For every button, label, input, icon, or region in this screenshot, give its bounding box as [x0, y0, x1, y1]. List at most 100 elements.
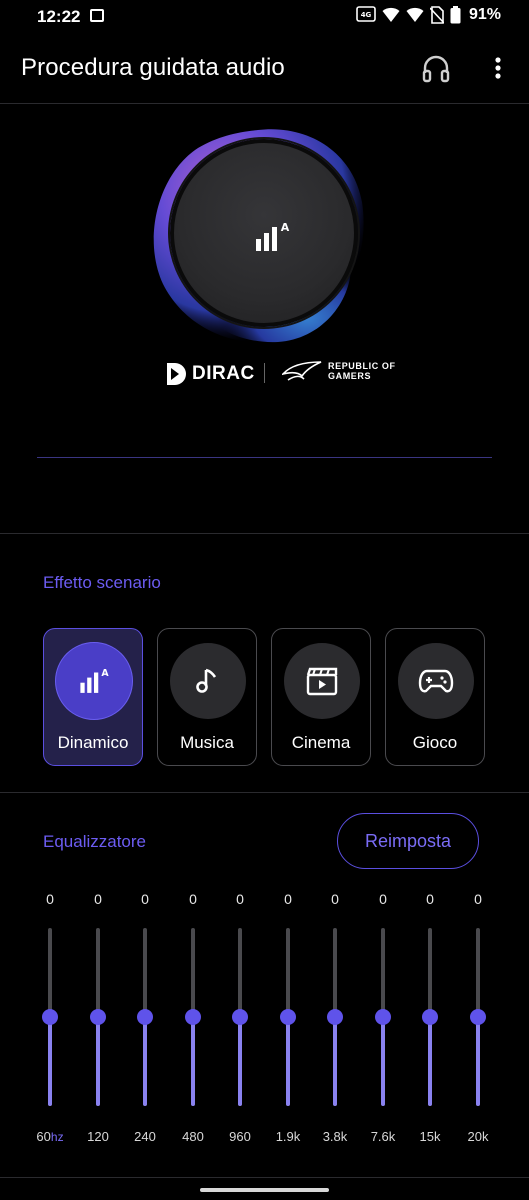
eq-band-value: 0: [284, 891, 292, 907]
rog-text-line1: REPUBLIC OF: [328, 361, 396, 371]
more-vert-icon: [495, 57, 501, 79]
eq-band-value: 0: [474, 891, 482, 907]
eq-frequency-value: 15k: [419, 1129, 441, 1144]
eq-slider-fill: [476, 1017, 480, 1106]
eq-frequency-value: 1.9k: [275, 1129, 301, 1144]
app-bar: Procedura guidata audio: [0, 34, 529, 104]
eq-band-value: 0: [94, 891, 102, 907]
wifi-secondary-icon: [406, 7, 424, 22]
eq-slider-thumb[interactable]: [90, 1009, 106, 1025]
eq-band: 0 15k: [410, 885, 450, 1150]
svg-text:A: A: [281, 221, 290, 234]
eq-slider-fill: [238, 1017, 242, 1106]
status-icons: 4G 91%: [356, 6, 501, 24]
audio-wizard-hero: A DIRAC REPUBLIC OF GAMERS: [0, 104, 529, 534]
eq-band: 0 480: [173, 885, 213, 1150]
eq-band: 0 240: [125, 885, 165, 1150]
scenario-section: Effetto scenario A Dinamico Musica Cinem…: [0, 534, 529, 793]
scenario-label: Effetto scenario: [43, 573, 161, 592]
eq-slider-fill: [381, 1017, 385, 1106]
scenario-card-musica[interactable]: Musica: [157, 628, 257, 766]
eq-band: 0 1.9k: [268, 885, 308, 1150]
battery-icon: [450, 6, 461, 24]
eq-slider-thumb[interactable]: [327, 1009, 343, 1025]
reset-button[interactable]: Reimposta: [337, 813, 479, 869]
gallery-notification-icon: [90, 9, 104, 22]
eq-slider-thumb[interactable]: [185, 1009, 201, 1025]
eq-band-frequency: 20k: [448, 1129, 508, 1144]
eq-frequency-value: 480: [182, 1129, 204, 1144]
eq-slider-fill: [428, 1017, 432, 1106]
scenario-card-label: Dinamico: [57, 733, 129, 752]
eq-band-value: 0: [426, 891, 434, 907]
scenario-card-cinema[interactable]: Cinema: [271, 628, 371, 766]
eq-slider-thumb[interactable]: [422, 1009, 438, 1025]
rog-eye-icon: [282, 361, 322, 381]
wifi-icon: [382, 7, 400, 22]
eq-slider-thumb[interactable]: [42, 1009, 58, 1025]
eq-frequency-value: 7.6k: [370, 1129, 396, 1144]
battery-percentage: 91%: [468, 6, 501, 23]
dynamic-icon: A: [256, 221, 290, 251]
svg-text:4G: 4G: [361, 11, 372, 19]
scenario-cards: A Dinamico Musica Cinema Gioco: [43, 628, 485, 766]
eq-band: 0 120: [78, 885, 118, 1150]
brand-divider: [264, 363, 265, 383]
eq-frequency-value: 120: [87, 1129, 109, 1144]
eq-slider-fill: [96, 1017, 100, 1106]
hero-divider: [37, 457, 492, 458]
svg-text:A: A: [101, 668, 109, 679]
eq-band: 0 7.6k: [363, 885, 403, 1150]
headphone-button[interactable]: [420, 52, 452, 84]
eq-slider-fill: [143, 1017, 147, 1106]
equalizer-section: Equalizzatore Reimposta 0 60hz 0 120 0 240 0 48…: [0, 793, 529, 1178]
eq-slider-thumb[interactable]: [280, 1009, 296, 1025]
scenario-card-dinamico[interactable]: A Dinamico: [43, 628, 143, 766]
equalizer-label: Equalizzatore: [43, 832, 147, 851]
rog-logo: REPUBLIC OF GAMERS: [282, 360, 396, 382]
status-bar: 12:22 4G 91%: [0, 0, 529, 34]
dirac-audio-wizard-button[interactable]: A: [170, 139, 358, 327]
eq-band-value: 0: [189, 891, 197, 907]
eq-band: 0 3.8k: [315, 885, 355, 1150]
eq-slider-fill: [48, 1017, 52, 1106]
status-time: 12:22: [37, 7, 81, 26]
dynamic-icon: A: [80, 668, 109, 693]
hz-unit: hz: [50, 1130, 64, 1144]
dirac-mark-icon: [167, 363, 186, 385]
eq-band: 0 60hz: [30, 885, 70, 1150]
eq-frequency-value: 3.8k: [322, 1129, 348, 1144]
home-indicator[interactable]: [200, 1188, 329, 1192]
volte-icon: 4G: [356, 6, 376, 22]
eq-slider-fill: [286, 1017, 290, 1106]
eq-band-value: 0: [236, 891, 244, 907]
eq-band: 0 960: [220, 885, 260, 1150]
eq-frequency-value: 20k: [467, 1129, 489, 1144]
page-title: Procedura guidata audio: [21, 54, 285, 81]
eq-slider-thumb[interactable]: [375, 1009, 391, 1025]
more-options-button[interactable]: [486, 52, 510, 84]
eq-slider-thumb[interactable]: [232, 1009, 248, 1025]
eq-band-value: 0: [141, 891, 149, 907]
no-sim-icon: [429, 6, 444, 24]
eq-slider-thumb[interactable]: [137, 1009, 153, 1025]
eq-slider-fill: [333, 1017, 337, 1106]
eq-band-value: 0: [331, 891, 339, 907]
eq-slider-fill: [191, 1017, 195, 1106]
scenario-card-gioco[interactable]: Gioco: [385, 628, 485, 766]
clapperboard-icon: [306, 667, 338, 696]
eq-band-value: 0: [46, 891, 54, 907]
scenario-card-label: Gioco: [412, 733, 458, 752]
scenario-card-label: Cinema: [291, 733, 351, 752]
eq-frequency-value: 960: [229, 1129, 251, 1144]
eq-band: 0 20k: [458, 885, 498, 1150]
eq-frequency-value: 60: [36, 1129, 51, 1144]
eq-band-value: 0: [379, 891, 387, 907]
music-note-icon: [196, 668, 217, 693]
scenario-card-label: Musica: [180, 733, 234, 752]
brand-logos: DIRAC REPUBLIC OF GAMERS: [0, 358, 529, 388]
headphones-icon: [422, 55, 450, 83]
gamepad-icon: [418, 669, 454, 693]
rog-text-line2: GAMERS: [328, 371, 372, 381]
eq-slider-thumb[interactable]: [470, 1009, 486, 1025]
